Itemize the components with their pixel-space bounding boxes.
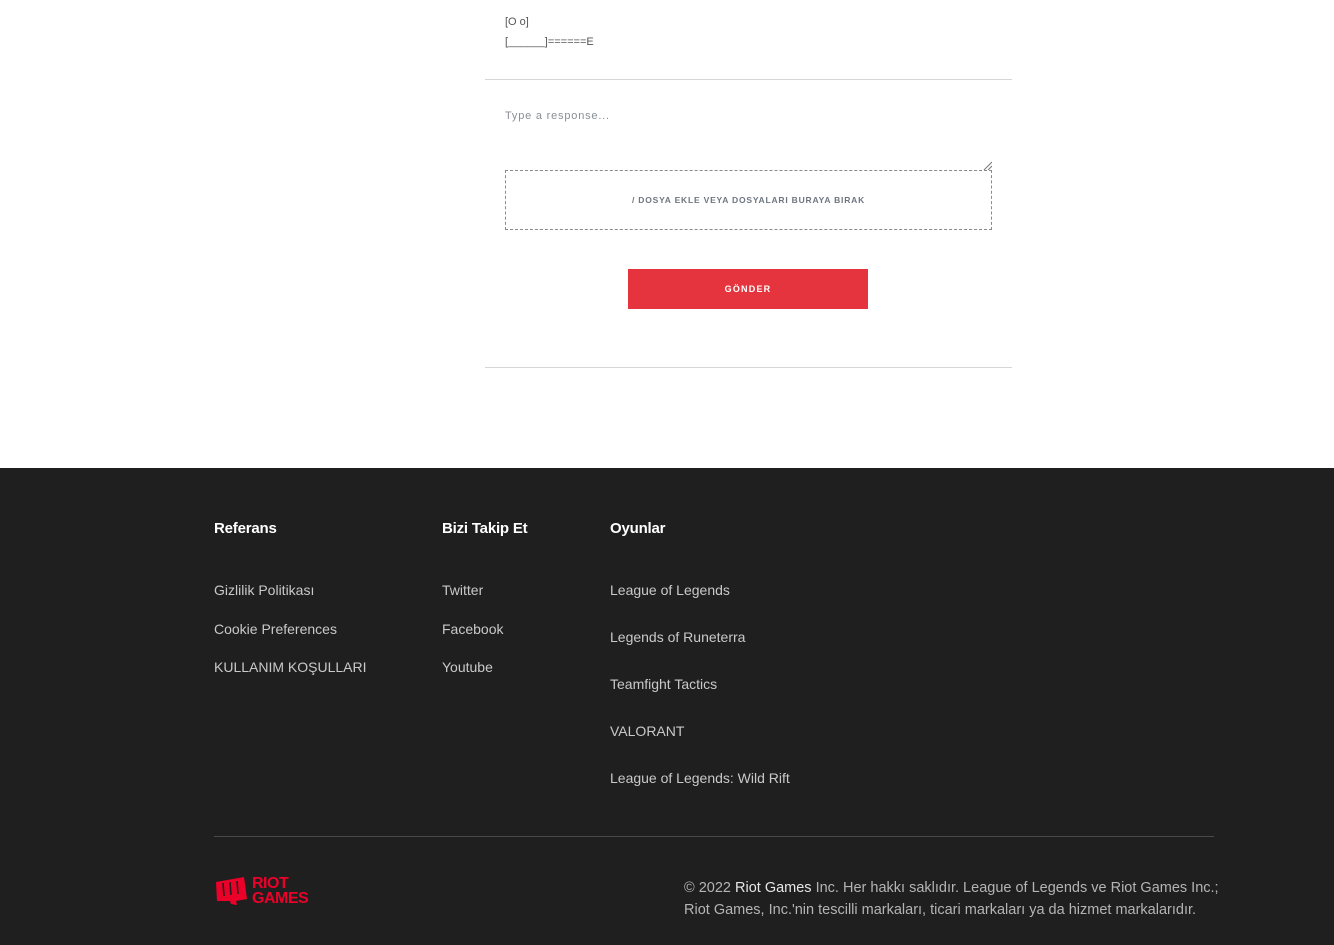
footer-link-lor[interactable]: Legends of Runeterra (610, 629, 745, 645)
footer-column-title: Bizi Takip Et (442, 520, 528, 537)
ascii-line-2: [______]======E (505, 36, 594, 48)
copyright-line-2: Riot Games, Inc.'nin tescilli markaları,… (684, 902, 1197, 918)
copyright-text: © 2022 Riot Games Inc. Her hakkı saklıdı… (684, 877, 1284, 921)
footer-link-terms[interactable]: KULLANIM KOŞULLARI (214, 659, 367, 675)
resize-grip-icon[interactable] (982, 160, 992, 170)
copyright-brand: Riot Games (735, 880, 812, 896)
footer-column-title: Oyunlar (610, 520, 666, 537)
footer-link-wild-rift[interactable]: League of Legends: Wild Rift (610, 770, 790, 786)
logo-line-1: RIOT (252, 875, 289, 892)
footer-column-referans: Referans Gizlilik Politikası Cookie Pref… (214, 520, 367, 675)
ascii-line-1: [O o] (505, 16, 529, 28)
footer-column-title: Referans (214, 520, 277, 537)
riot-fist-icon (216, 877, 247, 905)
footer-link-lol[interactable]: League of Legends (610, 582, 730, 598)
section-divider-bottom (485, 367, 1012, 368)
footer-link-twitter[interactable]: Twitter (442, 582, 483, 598)
section-divider (485, 79, 1012, 80)
footer-column-follow: Bizi Takip Et Twitter Facebook Youtube (442, 520, 528, 675)
copyright-line-1: © 2022 Riot Games Inc. Her hakkı saklıdı… (684, 877, 1284, 899)
footer-link-youtube[interactable]: Youtube (442, 659, 493, 675)
footer-link-valorant[interactable]: VALORANT (610, 723, 684, 739)
response-textarea[interactable] (505, 110, 992, 170)
copyright-prefix: © 2022 (684, 880, 735, 896)
footer-column-games: Oyunlar League of Legends Legends of Run… (610, 520, 790, 786)
footer-link-tft[interactable]: Teamfight Tactics (610, 676, 717, 692)
copyright-suffix: Inc. Her hakkı saklıdır. League of Legen… (811, 880, 1219, 896)
logo-line-2: GAMES (252, 890, 309, 907)
footer-link-privacy[interactable]: Gizlilik Politikası (214, 582, 314, 598)
riot-games-logo[interactable]: RIOT GAMES (214, 875, 309, 907)
submit-button[interactable]: GÖNDER (628, 269, 868, 309)
footer-link-cookies[interactable]: Cookie Preferences (214, 621, 337, 637)
site-footer: Referans Gizlilik Politikası Cookie Pref… (0, 468, 1334, 945)
ascii-art-comment: [O o] [______]======E (505, 12, 594, 52)
footer-divider (214, 836, 1214, 837)
comment-section: [O o] [______]======E / DOSYA EKLE VEYA … (0, 0, 1334, 468)
dropzone-label: / DOSYA EKLE VEYA DOSYALARI BURAYA BIRAK (631, 195, 866, 205)
file-dropzone[interactable]: / DOSYA EKLE VEYA DOSYALARI BURAYA BIRAK (505, 170, 992, 230)
footer-link-facebook[interactable]: Facebook (442, 621, 503, 637)
